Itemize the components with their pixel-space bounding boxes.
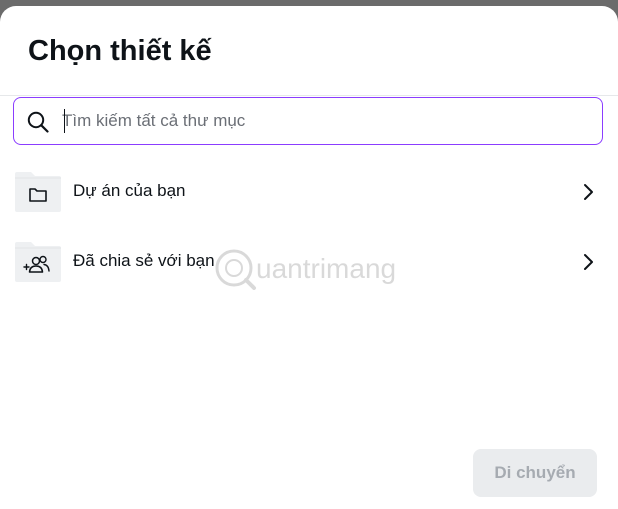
dialog-title: Chọn thiết kế xyxy=(28,35,212,67)
search-icon xyxy=(27,111,49,133)
chevron-right-icon xyxy=(584,184,593,200)
folder-row-your-projects[interactable]: Dự án của bạn xyxy=(0,164,618,220)
choose-design-dialog: Chọn thiết kế Dự án của bạn xyxy=(0,6,618,509)
search-input[interactable] xyxy=(62,106,582,136)
folder-row-shared-with-you[interactable]: Đã chia sẻ với bạn xyxy=(0,234,618,290)
chevron-right-icon xyxy=(584,254,593,270)
folder-label: Đã chia sẻ với bạn xyxy=(73,251,215,270)
title-divider xyxy=(0,95,618,96)
shared-people-icon xyxy=(15,242,61,282)
move-button[interactable]: Di chuyển xyxy=(473,449,597,497)
text-cursor xyxy=(64,109,65,133)
folder-label: Dự án của bạn xyxy=(73,181,186,200)
folder-icon xyxy=(15,172,61,212)
search-box[interactable] xyxy=(13,97,603,145)
